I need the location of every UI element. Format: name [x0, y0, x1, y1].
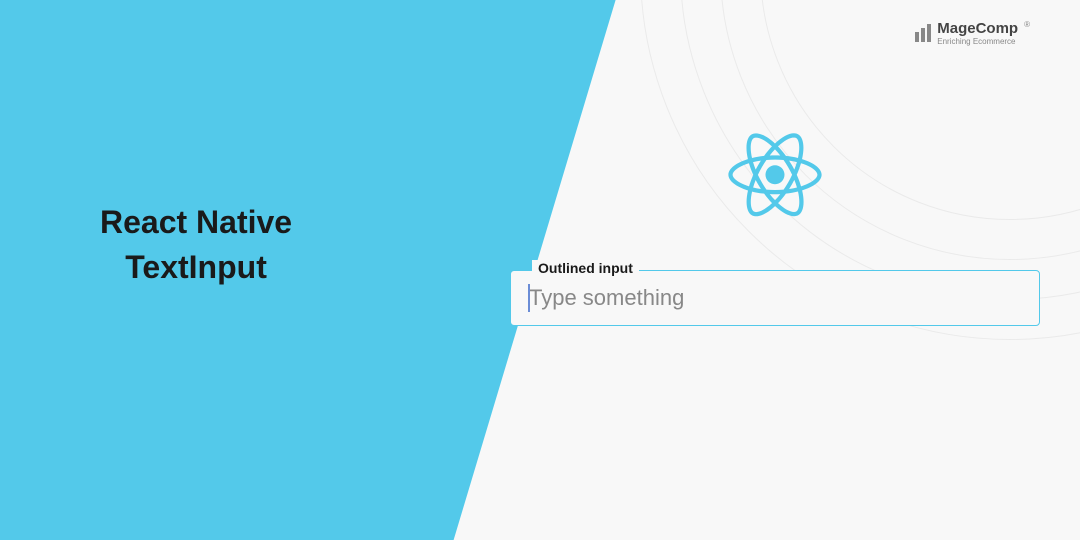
- brand-logo: MageComp Enriching Ecommerce ®: [915, 20, 1030, 46]
- trademark-icon: ®: [1024, 20, 1030, 29]
- input-label: Outlined input: [532, 260, 639, 276]
- title-line-1: React Native: [100, 200, 292, 245]
- react-logo-icon: [695, 100, 855, 250]
- title-block: React Native TextInput: [100, 200, 292, 290]
- outlined-input-wrapper: Outlined input: [510, 270, 1040, 326]
- brand-name: MageComp: [937, 20, 1018, 37]
- text-cursor-icon: [528, 284, 530, 312]
- brand-tagline: Enriching Ecommerce: [937, 37, 1018, 46]
- brand-bars-icon: [915, 24, 931, 42]
- title-line-2: TextInput: [100, 245, 292, 290]
- outlined-text-input[interactable]: [510, 270, 1040, 326]
